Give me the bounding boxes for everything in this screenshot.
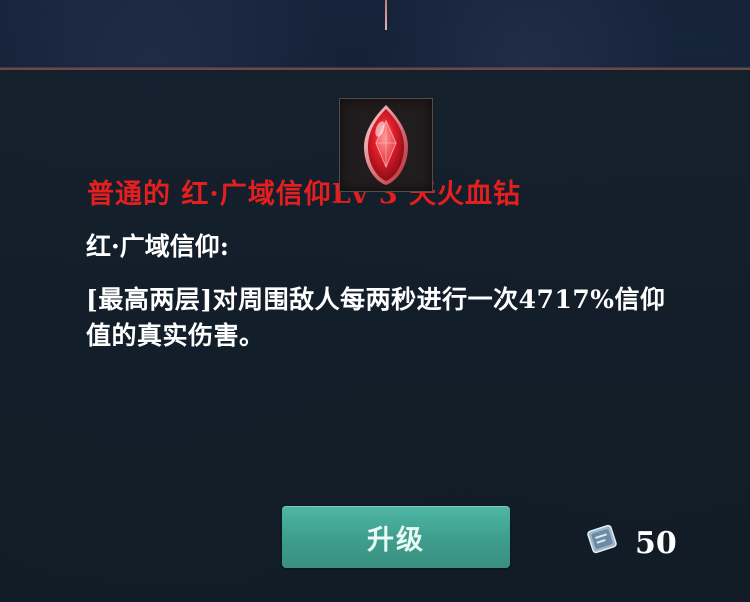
effect-name: 红·广域信仰: [86, 232, 229, 261]
upgrade-button[interactable]: 升级 [282, 506, 510, 568]
gem-tooltip-screen: 普通的 红·广域信仰Lv 3 天火血钻 红·广域信仰: [最高两层]对周围敌人每… [0, 0, 750, 602]
upgrade-cost: 50 [635, 526, 677, 561]
upgrade-button-label: 升级 [367, 524, 425, 556]
item-title: 普通的 红·广域信仰Lv 3 天火血钻 [87, 179, 522, 210]
gem-slot [339, 98, 433, 192]
hanging-thread [385, 0, 387, 30]
red-gem-icon [364, 105, 408, 185]
book-token-icon [587, 524, 617, 554]
effect-description: [最高两层]对周围敌人每两秒进行一次4717%信仰值的真实伤害。 [86, 285, 666, 350]
